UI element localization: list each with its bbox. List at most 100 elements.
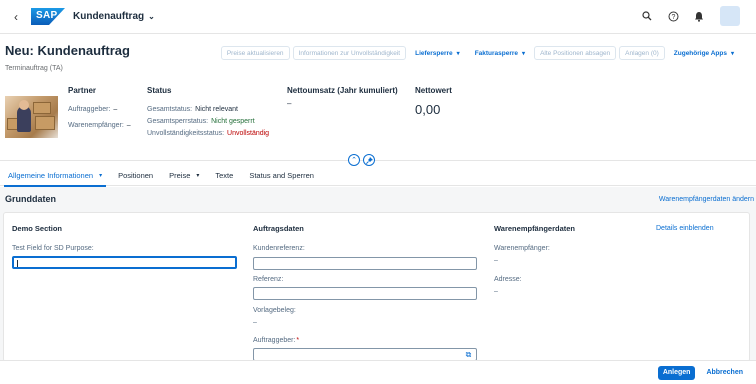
content-area: Grunddaten Warenempfängerdaten ändern De… — [0, 187, 756, 362]
app-title-menu[interactable]: Kundenauftrag ⌄ — [73, 11, 155, 22]
tab-label: Positionen — [118, 171, 154, 180]
shell-actions: ? — [640, 6, 740, 26]
header-image — [5, 96, 58, 138]
attachments-label: Anlagen (0) — [625, 49, 659, 57]
ship-to-label: Warenempfänger: — [494, 245, 550, 252]
reject-old-items-button[interactable]: Alte Positionen absagen — [534, 46, 617, 60]
person-head-shape — [19, 100, 29, 110]
value-help-icon[interactable]: ⧉ — [464, 350, 473, 359]
template-document-label: Vorlagebeleg: — [253, 307, 296, 314]
page-title: Neu: Kundenauftrag — [5, 43, 130, 58]
header-actions: Preise aktualisieren Informationen zur U… — [220, 46, 740, 60]
sold-to-label-row: Auftraggeber:* — [253, 337, 299, 344]
chevron-down-icon: ▾ — [99, 173, 103, 179]
delivery-block-menu[interactable]: Liefersperre ▾ — [409, 46, 466, 60]
object-header: Neu: Kundenauftrag Terminauftrag (TA) Pr… — [0, 34, 756, 166]
search-icon[interactable] — [640, 9, 654, 23]
ship-to-value: – — [494, 257, 498, 264]
attachments-button[interactable]: Anlagen (0) — [619, 46, 665, 60]
tab-status-blocks[interactable]: Status and Sperren — [241, 166, 322, 186]
section-title: Grunddaten — [5, 194, 56, 204]
net-revenue-value: – — [287, 99, 292, 108]
reference-input[interactable] — [253, 287, 477, 300]
test-field-input[interactable] — [12, 256, 237, 269]
gesamtsperrstatus-value: Nicht gesperrt — [211, 118, 255, 125]
customer-reference-input[interactable] — [253, 257, 477, 270]
help-icon[interactable]: ? — [666, 9, 680, 23]
auftraggeber-label: Auftraggeber: — [68, 106, 111, 113]
demo-section-heading: Demo Section — [12, 224, 63, 233]
chevron-down-icon: ⌄ — [148, 12, 155, 21]
create-button[interactable]: Anlegen — [657, 365, 696, 380]
template-document-value: – — [253, 319, 257, 326]
tab-label: Texte — [215, 171, 234, 180]
status-incompleteness: Unvollständigkeitsstatus: Unvollständig — [147, 130, 269, 137]
warenempfaenger-value: – — [126, 122, 131, 129]
unvollstaendigkeit-value: Unvollständig — [227, 130, 270, 137]
reference-label: Referenz: — [253, 276, 284, 283]
net-value-amount: 0,00 — [415, 102, 441, 117]
show-details-link[interactable]: Details einblenden — [656, 225, 714, 232]
sap-logo[interactable]: SAP — [31, 8, 65, 25]
tab-prices[interactable]: Preise ▾ — [161, 166, 207, 186]
footer-toolbar: Anlegen Abbrechen — [0, 360, 756, 384]
basic-data-panel: Demo Section Test Field for SD Purpose: … — [3, 212, 750, 362]
gesamtstatus-value: Nicht relevant — [195, 106, 238, 113]
collapse-header-icon[interactable]: ⌃ — [348, 154, 360, 166]
customer-reference-label: Kundenreferenz: — [253, 245, 305, 252]
test-field-label: Test Field for SD Purpose: — [12, 245, 94, 252]
address-value: – — [494, 288, 498, 295]
tab-label: Allgemeine Informationen — [8, 171, 94, 180]
tab-bar: Allgemeine Informationen ▾ Positionen Pre… — [0, 166, 756, 187]
gesamtsperrstatus-label: Gesamtsperrstatus: — [147, 118, 209, 125]
sap-logo-text: SAP — [36, 10, 58, 21]
chevron-down-icon: ▾ — [522, 50, 526, 57]
tab-positions[interactable]: Positionen — [110, 166, 161, 186]
tab-general-info[interactable]: Allgemeine Informationen ▾ — [0, 166, 110, 187]
page-subtitle: Terminauftrag (TA) — [5, 65, 63, 72]
order-data-heading: Auftragsdaten — [253, 224, 304, 233]
header-divider — [0, 160, 756, 161]
unvollstaendigkeit-label: Unvollständigkeitsstatus: — [147, 130, 225, 137]
partner-warenempfaenger: Warenempfänger: – — [68, 122, 131, 129]
chevron-down-icon: ▾ — [730, 50, 734, 57]
header-toggle-group: ⌃ — [348, 154, 375, 166]
related-apps-menu[interactable]: Zugehörige Apps ▾ — [668, 46, 740, 60]
text-caret — [17, 260, 18, 267]
status-heading: Status — [147, 86, 172, 95]
chevron-down-icon: ▾ — [196, 173, 200, 179]
box-shape — [33, 102, 51, 114]
chevron-down-icon: ▾ — [456, 50, 460, 57]
auftraggeber-value: – — [113, 106, 118, 113]
app-title: Kundenauftrag — [73, 11, 145, 22]
change-ship-to-link[interactable]: Warenempfängerdaten ändern — [659, 196, 754, 203]
billing-block-menu[interactable]: Fakturasperre ▾ — [469, 46, 531, 60]
related-apps-label: Zugehörige Apps — [673, 49, 727, 57]
bell-icon[interactable] — [692, 9, 706, 23]
avatar[interactable] — [720, 6, 740, 26]
reject-old-items-label: Alte Positionen absagen — [540, 49, 611, 57]
cancel-button[interactable]: Abbrechen — [701, 366, 748, 380]
update-prices-button[interactable]: Preise aktualisieren — [220, 46, 290, 60]
svg-text:?: ? — [671, 14, 675, 21]
status-block: Gesamtsperrstatus: Nicht gesperrt — [147, 118, 255, 125]
update-prices-label: Preise aktualisieren — [226, 49, 284, 57]
incompleteness-info-label: Informationen zur Unvollständigkeit — [298, 49, 401, 57]
gesamtstatus-label: Gesamtstatus: — [147, 106, 193, 113]
box-shape — [35, 116, 55, 130]
status-overall: Gesamtstatus: Nicht relevant — [147, 106, 238, 113]
tab-label: Status and Sperren — [249, 171, 314, 180]
net-revenue-heading: Nettoumsatz (Jahr kumuliert) — [287, 86, 398, 95]
warenempfaenger-label: Warenempfänger: — [68, 122, 124, 129]
partner-heading: Partner — [68, 86, 97, 95]
tab-texts[interactable]: Texte — [207, 166, 241, 186]
ship-to-data-heading: Warenempfängerdaten — [494, 224, 575, 233]
partner-auftraggeber: Auftraggeber: – — [68, 106, 117, 113]
delivery-block-label: Liefersperre — [415, 49, 453, 57]
back-icon[interactable]: ‹ — [9, 10, 23, 24]
pin-header-icon[interactable] — [363, 154, 375, 166]
incompleteness-info-button[interactable]: Informationen zur Unvollständigkeit — [292, 46, 407, 60]
billing-block-label: Fakturasperre — [474, 49, 519, 57]
address-label: Adresse: — [494, 276, 522, 283]
required-marker: * — [296, 337, 300, 344]
